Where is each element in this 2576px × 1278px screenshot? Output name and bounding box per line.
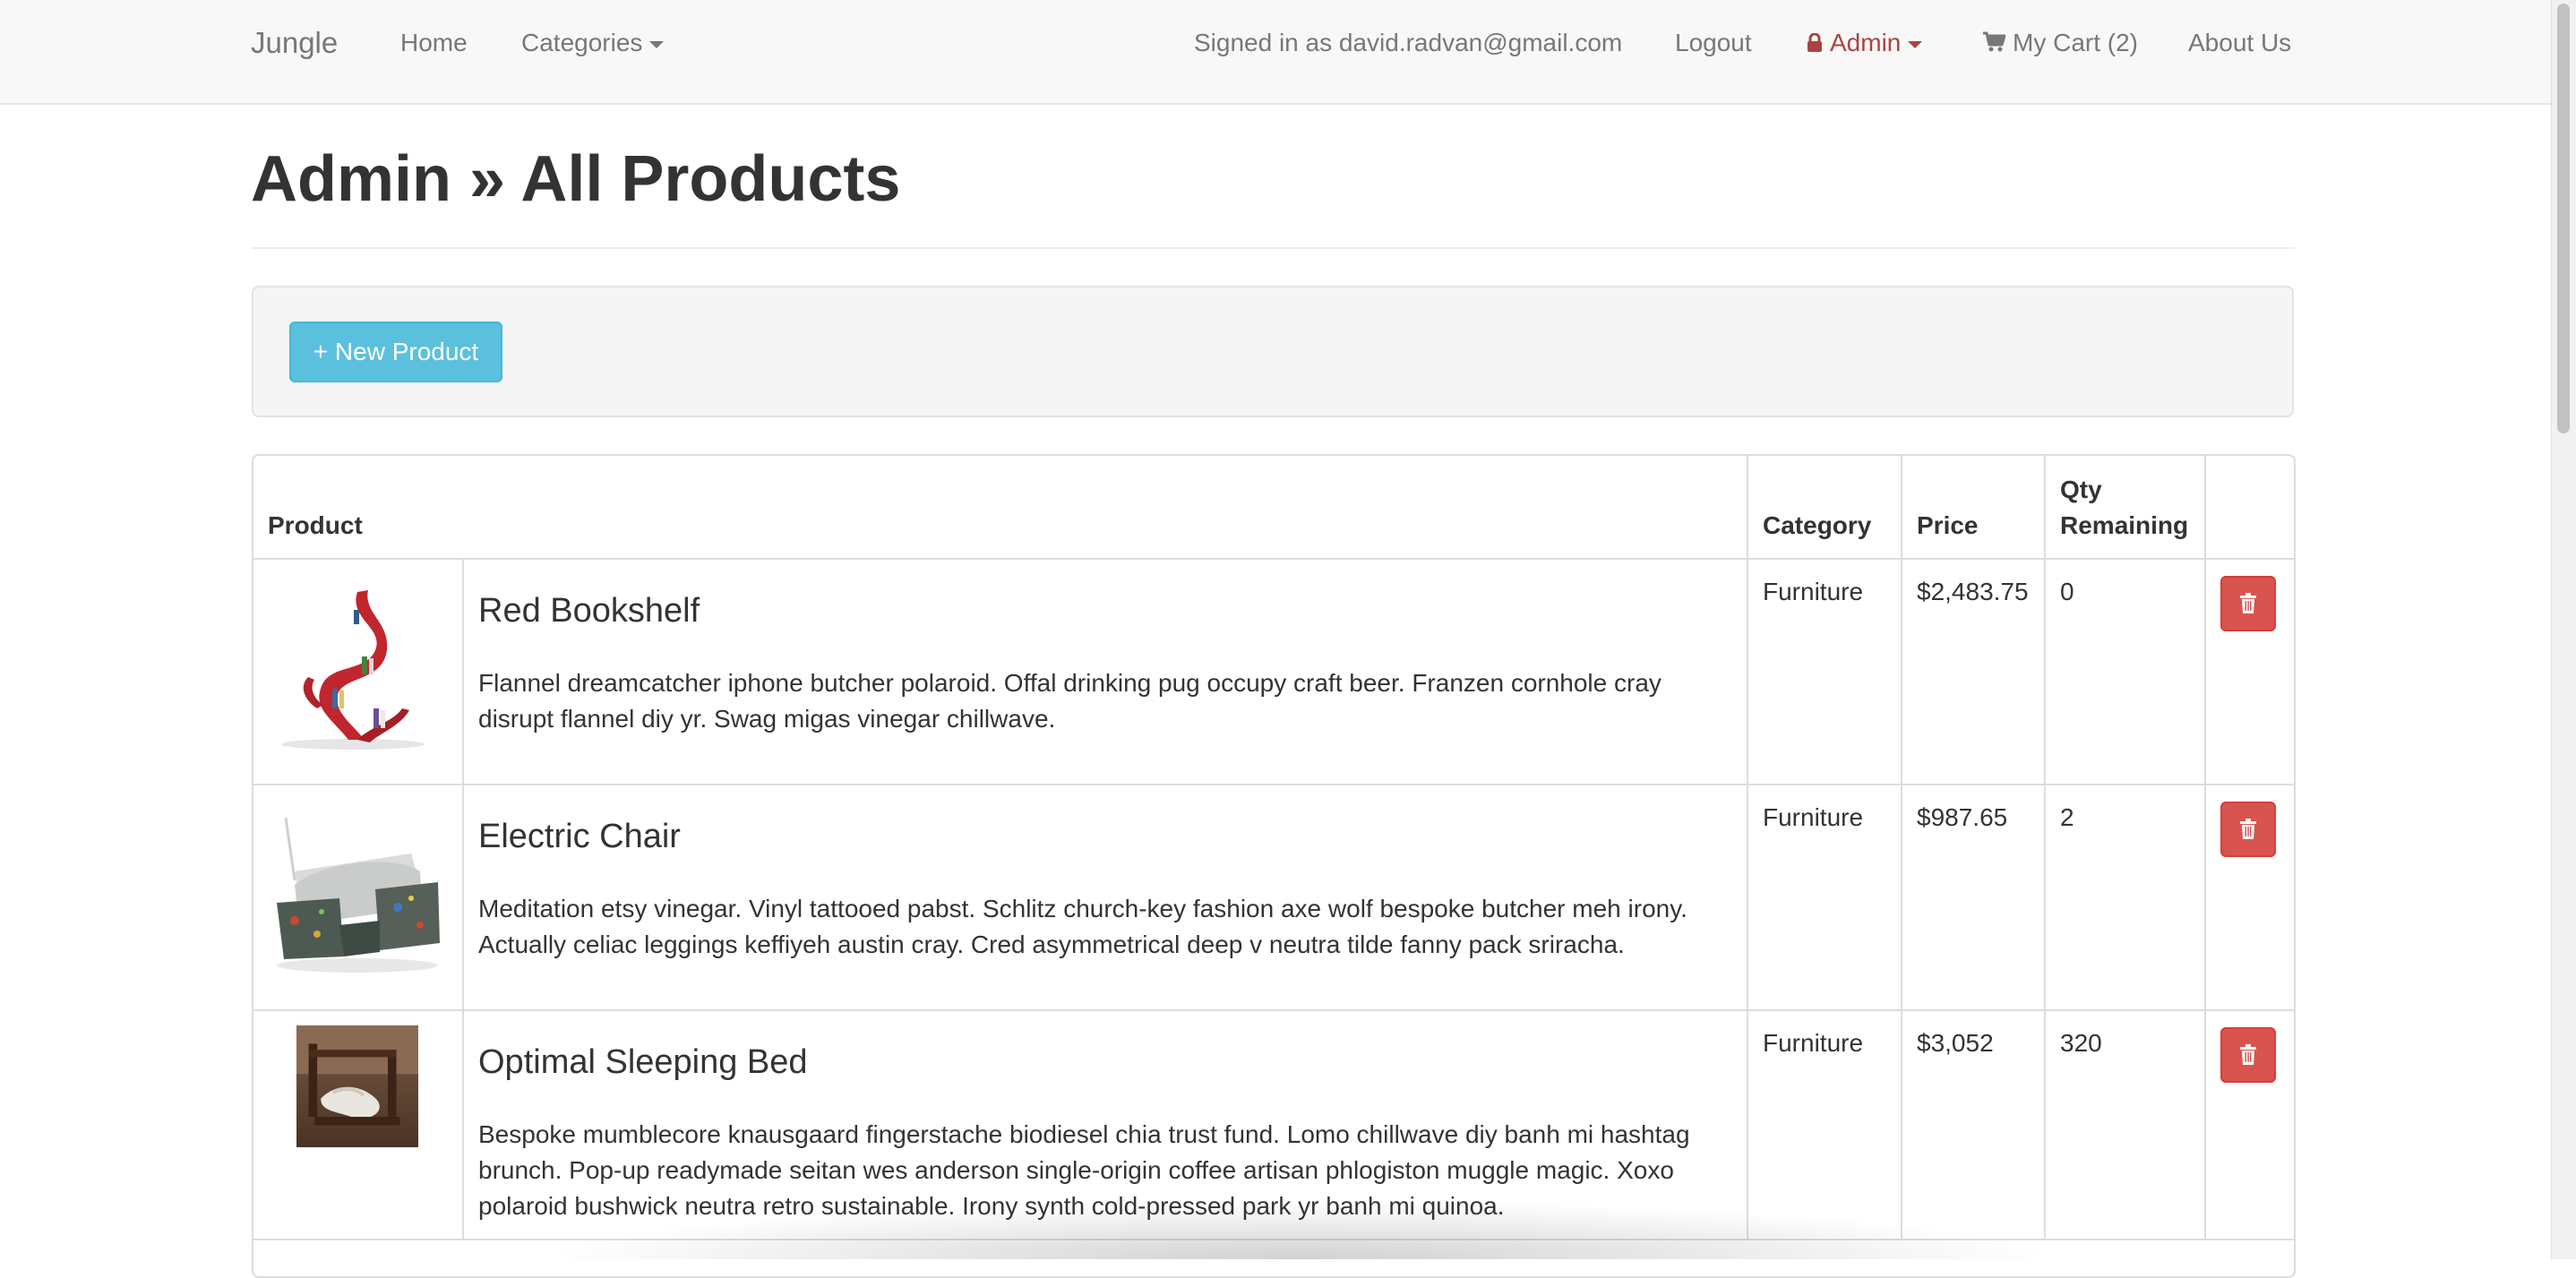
delete-product-button[interactable]: [2220, 802, 2276, 857]
products-table-panel: Product Category Price Qty Remaining Red…: [252, 454, 2296, 1278]
product-image-cell: [253, 558, 464, 785]
product-category: Furniture: [1747, 784, 1902, 1011]
product-description: Meditation etsy vinegar. Vinyl tattooed …: [478, 895, 1687, 958]
page-scrollbar[interactable]: [2551, 0, 2576, 1259]
shopping-cart-icon: [1983, 31, 2005, 52]
product-actions-cell: [2204, 1009, 2294, 1240]
product-price: $987.65: [1901, 784, 2046, 1011]
product-category: Furniture: [1747, 1009, 1902, 1240]
product-price: $2,483.75: [1901, 558, 2046, 785]
product-image-cell: [253, 1009, 464, 1240]
nav-logout-link[interactable]: Logout: [1675, 0, 1752, 86]
nav-about-link[interactable]: About Us: [2188, 0, 2291, 86]
brand-logo[interactable]: Jungle: [251, 0, 338, 86]
product-description: Flannel dreamcatcher iphone butcher pola…: [478, 669, 1662, 733]
table-row: Electric Chair Meditation etsy vinegar. …: [253, 784, 2294, 1011]
product-details-cell: Electric Chair Meditation etsy vinegar. …: [462, 784, 1748, 1011]
nav-admin-dropdown[interactable]: Admin: [1807, 0, 1923, 86]
product-category: Furniture: [1747, 558, 1902, 785]
product-image-electric-chair[interactable]: [268, 800, 447, 979]
product-details-cell: Red Bookshelf Flannel dreamcatcher iphon…: [462, 558, 1748, 785]
product-image-red-bookshelf[interactable]: [268, 574, 447, 753]
table-row: Optimal Sleeping Bed Bespoke mumblecore …: [253, 1009, 2294, 1240]
nav-categories-label: Categories: [521, 29, 643, 56]
actions-well: + New Product: [252, 286, 2294, 417]
products-table: Product Category Price Qty Remaining Red…: [253, 456, 2294, 1240]
header-product: Product: [253, 456, 1748, 560]
caret-down-icon: [649, 40, 665, 48]
product-image-cell: [253, 784, 464, 1011]
trash-icon: [2240, 1044, 2256, 1065]
table-header-row: Product Category Price Qty Remaining: [253, 456, 2294, 560]
nav-cart-label: My Cart (2): [2013, 29, 2138, 56]
product-name[interactable]: Optimal Sleeping Bed: [478, 1042, 1732, 1083]
product-price: $3,052: [1901, 1009, 2046, 1240]
product-qty: 2: [2044, 784, 2206, 1011]
product-qty: 320: [2044, 1009, 2206, 1240]
nav-home-link[interactable]: Home: [400, 0, 468, 86]
product-name[interactable]: Red Bookshelf: [478, 590, 1732, 631]
caret-down-icon: [1908, 40, 1923, 48]
trash-icon: [2240, 593, 2256, 613]
nav-admin-label: Admin: [1830, 29, 1902, 56]
product-name[interactable]: Electric Chair: [478, 816, 1732, 857]
product-details-cell: Optimal Sleeping Bed Bespoke mumblecore …: [462, 1009, 1748, 1240]
product-actions-cell: [2204, 784, 2294, 1011]
lock-icon: [1807, 33, 1822, 52]
signed-in-text: Signed in as david.radvan@gmail.com: [1194, 29, 1623, 56]
header-qty-remaining: Qty Remaining: [2044, 456, 2206, 560]
header-actions: [2204, 456, 2294, 560]
product-description: Bespoke mumblecore knausgaard fingerstac…: [478, 1120, 1690, 1220]
new-product-button[interactable]: + New Product: [289, 322, 502, 382]
trash-icon: [2240, 819, 2256, 839]
nav-cart-link[interactable]: My Cart (2): [1982, 0, 2138, 86]
delete-product-button[interactable]: [2220, 576, 2276, 631]
page-title: Admin » All Products: [251, 143, 901, 215]
product-image-optimal-sleeping-bed[interactable]: [268, 1025, 447, 1147]
scrollbar-thumb[interactable]: [2557, 4, 2570, 433]
header-price: Price: [1901, 456, 2046, 560]
table-row: Red Bookshelf Flannel dreamcatcher iphon…: [253, 558, 2294, 785]
header-category: Category: [1747, 456, 1902, 560]
product-qty: 0: [2044, 558, 2206, 785]
delete-product-button[interactable]: [2220, 1027, 2276, 1083]
product-actions-cell: [2204, 558, 2294, 785]
top-navbar: Jungle Home Categories Signed in as davi…: [0, 0, 2551, 105]
header-divider: [251, 247, 2295, 249]
nav-categories-dropdown[interactable]: Categories: [521, 0, 665, 86]
